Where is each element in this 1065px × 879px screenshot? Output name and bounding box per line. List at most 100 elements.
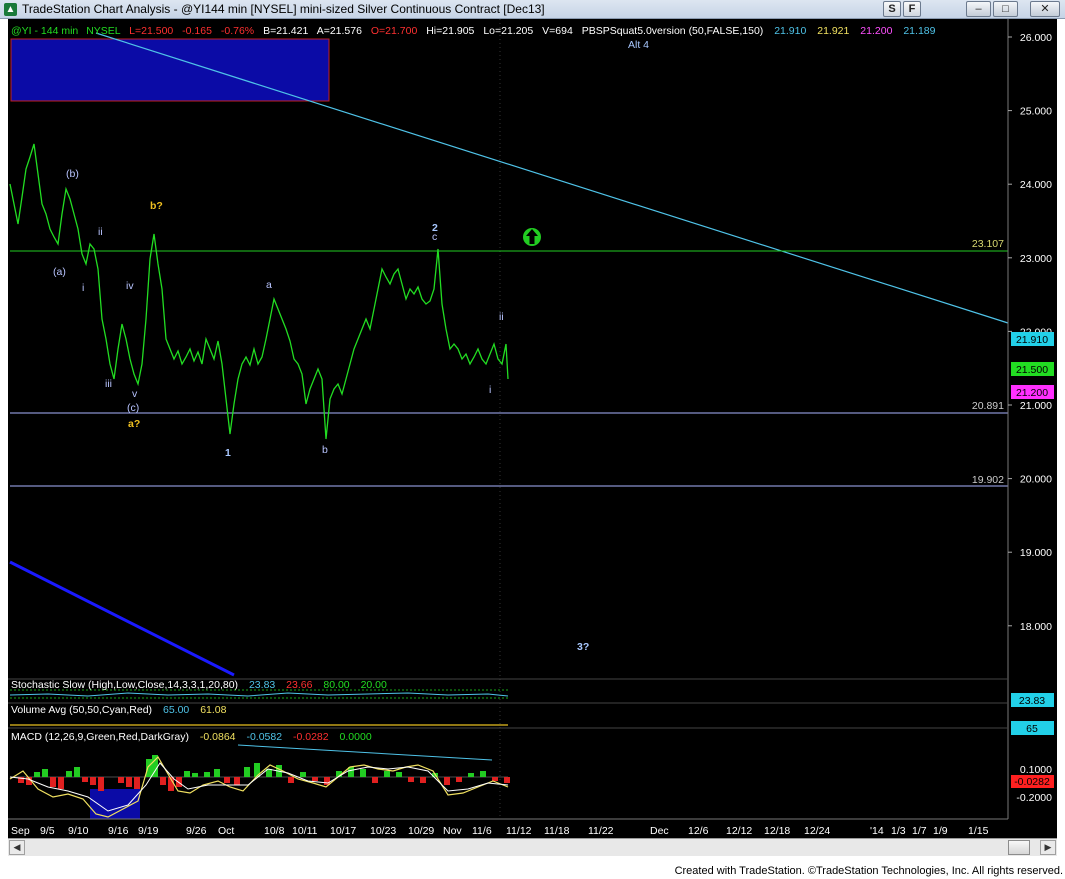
price-axis-tick: 23.000 xyxy=(1020,253,1052,265)
date-axis-tick: 11/12 xyxy=(506,825,532,837)
legend-ind-v2: 21.921 xyxy=(817,25,849,37)
wave-label-v: v xyxy=(132,388,138,400)
macd-histogram-bar xyxy=(360,769,366,777)
date-axis-tick: 10/11 xyxy=(292,825,318,837)
price-tag-upper-text: 21.910 xyxy=(1016,334,1048,346)
date-axis-tick: 1/15 xyxy=(968,825,989,837)
wave-label-i-2: i xyxy=(489,384,491,396)
stochastic-v3: 80.00 xyxy=(323,679,349,691)
date-axis-tick: Nov xyxy=(443,825,462,837)
date-axis-tick: Sep xyxy=(11,825,30,837)
macd-histogram-bar xyxy=(480,771,486,777)
legend-ind-v3: 21.200 xyxy=(860,25,892,37)
wave-label-i-1: i xyxy=(82,282,84,294)
legend-change: -0.165 xyxy=(182,25,212,37)
macd-histogram-bar xyxy=(34,772,40,777)
stochastic-legend: Stochastic Slow (High,Low,Close,14,3,3,1… xyxy=(11,679,387,691)
date-axis-tick: 12/6 xyxy=(688,825,709,837)
legend-volume: V=694 xyxy=(542,25,573,37)
level-label-b: 19.902 xyxy=(972,474,1004,486)
footer: Created with TradeStation. ©TradeStation… xyxy=(0,864,1065,879)
macd-histogram-bar xyxy=(384,771,390,777)
wave-label-iv: iv xyxy=(126,280,134,292)
price-tag-lower-text: 21.200 xyxy=(1016,387,1048,399)
minimize-button[interactable]: – xyxy=(966,1,991,17)
date-axis-tick: '14 xyxy=(870,825,884,837)
date-axis-tick: Dec xyxy=(650,825,669,837)
macd-histogram-bar xyxy=(134,777,140,789)
date-axis-tick: 1/7 xyxy=(912,825,927,837)
scrollbar-thumb[interactable] xyxy=(1008,840,1030,855)
date-axis-tick: 10/17 xyxy=(330,825,356,837)
legend-ind-v1: 21.910 xyxy=(774,25,806,37)
date-axis-tick: 9/5 xyxy=(40,825,55,837)
price-axis-tick: 25.000 xyxy=(1020,106,1052,118)
volume-label: Volume Avg (50,50,Cyan,Red) xyxy=(11,704,152,716)
date-axis-tick: 9/19 xyxy=(138,825,159,837)
macd-histogram-bar xyxy=(184,771,190,777)
macd-tick-top: 0.1000 xyxy=(1020,764,1052,776)
wave-label-1: 1 xyxy=(225,447,231,459)
legend-change-pct: -0.76% xyxy=(221,25,254,37)
scroll-right-arrow-icon[interactable]: ▶ xyxy=(1040,840,1056,855)
level-label-green: 23.107 xyxy=(972,238,1004,250)
macd-histogram-bar xyxy=(288,777,294,783)
date-axis-tick: 11/6 xyxy=(472,825,492,837)
s-button[interactable]: S xyxy=(883,1,901,17)
scroll-left-arrow-icon[interactable]: ◀ xyxy=(9,840,25,855)
wave-label-b-question: b? xyxy=(150,200,163,212)
wave-label-ii-1: ii xyxy=(98,226,103,238)
legend-high: Hi=21.905 xyxy=(426,25,474,37)
date-axis-tick: 10/29 xyxy=(408,825,434,837)
wave-label-a-question: a? xyxy=(128,418,140,430)
macd-histogram-bar xyxy=(396,772,402,777)
wave-label-3-question: 3? xyxy=(577,641,589,653)
date-axis-tick: 1/3 xyxy=(891,825,906,837)
macd-histogram-bar xyxy=(214,769,220,777)
wave-label-b-small: b xyxy=(322,444,328,456)
volume-v2: 61.08 xyxy=(200,704,226,716)
price-axis-tick: 20.000 xyxy=(1020,474,1052,486)
volume-v1: 65.00 xyxy=(163,704,189,716)
macd-histogram-bar xyxy=(42,769,48,777)
macd-histogram-bar xyxy=(420,777,426,783)
f-button[interactable]: F xyxy=(903,1,921,17)
stochastic-v1: 23.83 xyxy=(249,679,275,691)
wave-label-c-paren: (c) xyxy=(127,402,139,414)
macd-histogram-bar xyxy=(98,777,104,791)
macd-histogram-bar xyxy=(160,777,166,785)
macd-v4: 0.0000 xyxy=(340,731,372,743)
stochastic-v2: 23.66 xyxy=(286,679,312,691)
chart-canvas[interactable]: 23.107 20.891 19.902 (a) (b) (c) i ii ii… xyxy=(8,19,1057,838)
macd-histogram-bar xyxy=(300,772,306,777)
date-axis-tick: 12/24 xyxy=(804,825,830,837)
window-title: TradeStation Chart Analysis - @YI144 min… xyxy=(22,2,545,16)
maximize-button[interactable]: □ xyxy=(993,1,1018,17)
chart-area[interactable]: 23.107 20.891 19.902 (a) (b) (c) i ii ii… xyxy=(8,19,1057,845)
macd-v3: -0.0282 xyxy=(293,731,329,743)
macd-histogram-bar xyxy=(74,767,80,777)
date-axis-tick: 12/18 xyxy=(764,825,790,837)
date-axis-tick: 11/18 xyxy=(544,825,570,837)
macd-histogram-bar xyxy=(126,777,132,787)
horizontal-scrollbar[interactable]: ◀ ▶ xyxy=(8,838,1057,856)
macd-histogram-bar xyxy=(254,763,260,777)
legend-ask: A=21.576 xyxy=(317,25,362,37)
legend-exchange: NYSEL xyxy=(86,25,121,37)
date-axis-tick: 9/26 xyxy=(186,825,207,837)
date-axis-tick: 10/8 xyxy=(264,825,285,837)
date-axis-tick: 9/10 xyxy=(68,825,89,837)
stochastic-v4: 20.00 xyxy=(361,679,387,691)
wave-label-a-paren: (a) xyxy=(53,266,66,278)
macd-histogram-bar xyxy=(408,777,414,782)
macd-tag-text: -0.0282 xyxy=(1014,776,1050,788)
price-axis-tick: 19.000 xyxy=(1020,547,1052,559)
legend-bid: B=21.421 xyxy=(263,25,308,37)
macd-histogram-bar xyxy=(372,777,378,783)
date-axis-tick: 12/12 xyxy=(726,825,752,837)
macd-label: MACD (12,26,9,Green,Red,DarkGray) xyxy=(11,731,189,743)
wave-label-b-paren: (b) xyxy=(66,168,79,180)
wave-label-ii-2: ii xyxy=(499,311,504,323)
close-button[interactable]: ✕ xyxy=(1030,1,1060,17)
price-axis-tick: 21.000 xyxy=(1020,400,1052,412)
